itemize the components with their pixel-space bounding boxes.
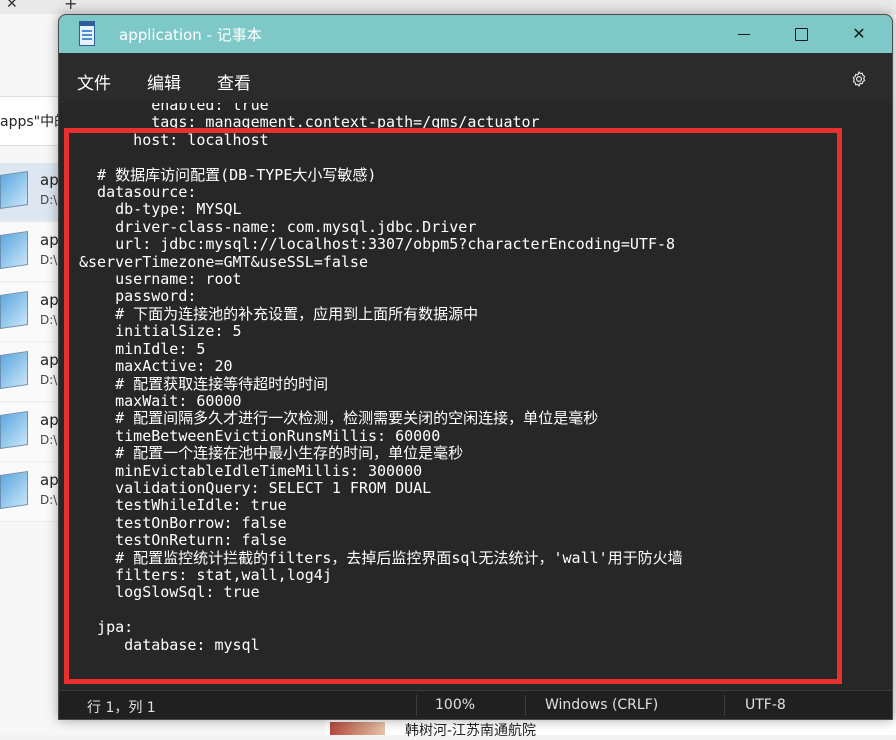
status-bar: 行 1，列 1 100% Windows (CRLF) UTF-8 (59, 690, 892, 719)
editor-line: testOnBorrow: false (79, 513, 287, 532)
editor-line: timeBetweenEvictionRunsMillis: 60000 (79, 426, 441, 445)
menu-edit[interactable]: 编辑 (147, 69, 181, 94)
gear-icon[interactable] (850, 70, 868, 88)
status-divider (724, 695, 725, 716)
notepad-file-icon (0, 291, 28, 329)
maximize-button[interactable] (772, 15, 830, 53)
editor-line: password: (79, 287, 197, 306)
editor-line: validationQuery: SELECT 1 FROM DUAL (79, 478, 432, 497)
tab-close-icon[interactable]: ✕ (6, 0, 18, 12)
editor-line: jpa: (79, 618, 134, 637)
background-file-item[interactable]: ap D:\ (0, 463, 60, 522)
status-divider (416, 695, 417, 716)
close-icon: ✕ (852, 24, 866, 43)
file-name: ap (40, 471, 59, 489)
close-button[interactable]: ✕ (830, 15, 888, 53)
maximize-icon (795, 28, 808, 41)
minimize-icon (738, 34, 750, 35)
cursor-position: 行 1，列 1 (87, 700, 156, 716)
editor-line: database: mysql (79, 635, 260, 654)
editor-line: # 数据库访问配置(DB-TYPE大小写敏感) (79, 165, 377, 184)
file-name: ap (40, 231, 59, 249)
line-ending[interactable]: Windows (CRLF) (545, 697, 658, 713)
background-tab-bar: ✕ + (0, 0, 896, 14)
editor-line: &serverTimezone=GMT&useSSL=false (79, 252, 368, 271)
zoom-level[interactable]: 100% (435, 697, 475, 713)
file-path: D:\ (40, 253, 58, 267)
menu-file[interactable]: 文件 (77, 69, 111, 94)
editor-line: host: localhost (79, 130, 269, 149)
editor-line: logSlowSql: true (79, 583, 260, 602)
file-name: ap (40, 351, 59, 369)
notepad-file-icon (0, 171, 28, 209)
text-editor[interactable]: enabled: true tags: management.context-p… (59, 103, 892, 690)
editor-line: minIdle: 5 (79, 339, 206, 358)
menu-view[interactable]: 查看 (217, 69, 251, 94)
file-path: D:\ (40, 313, 58, 327)
editor-line: username: root (79, 270, 242, 289)
background-file-item[interactable]: ap D:\ (0, 403, 60, 462)
background-file-item[interactable]: ap D:\ (0, 223, 60, 282)
minimize-button[interactable] (714, 15, 772, 53)
title-bar[interactable]: application - 记事本 ✕ (59, 15, 892, 53)
editor-line: testOnReturn: false (79, 531, 287, 550)
window-title: application - 记事本 (119, 26, 262, 44)
vertical-scrollbar[interactable] (885, 103, 892, 690)
editor-line: datasource: (79, 183, 197, 202)
editor-line: # 配置间隔多久才进行一次检测，检测需要关闭的空闲连接，单位是毫秒 (79, 409, 599, 428)
notepad-file-icon (0, 411, 28, 449)
background-bottom-text: 韩树河-江苏南通航院 (405, 723, 537, 739)
editor-line: maxActive: 20 (79, 357, 233, 376)
editor-line: driver-class-name: com.mysql.jdbc.Driver (79, 217, 477, 236)
editor-line: db-type: MYSQL (79, 200, 242, 219)
editor-line: filters: stat,wall,log4j (79, 565, 332, 584)
editor-line: minEvictableIdleTimeMillis: 300000 (79, 461, 423, 480)
menu-bar: 文件 编辑 查看 (59, 53, 892, 103)
editor-line: # 配置监控统计拦截的filters，去掉后监控界面sql无法统计，'wall'… (79, 548, 683, 567)
background-file-item[interactable]: ap D:\ (0, 343, 60, 402)
editor-content[interactable]: enabled: true tags: management.context-p… (79, 103, 683, 654)
file-path: D:\ (40, 373, 58, 387)
editor-line: # 下面为连接池的补充设置，应用到上面所有数据源中 (79, 304, 479, 323)
background-thumbnail (330, 722, 385, 735)
file-name: ap (40, 411, 59, 429)
file-path: D:\ (40, 493, 58, 507)
notepad-app-icon (79, 21, 95, 46)
editor-line: enabled: true (79, 103, 269, 114)
editor-line: tags: management.context-path=/qms/actua… (79, 113, 540, 132)
editor-line: # 配置获取连接等待超时的时间 (79, 374, 329, 393)
notepad-file-icon (0, 231, 28, 269)
notepad-file-icon (0, 351, 28, 389)
file-name: ap (40, 171, 59, 189)
background-file-item[interactable]: ap D:\ (0, 283, 60, 342)
editor-line: initialSize: 5 (79, 322, 242, 341)
editor-line: testWhileIdle: true (79, 496, 287, 515)
editor-line: # 配置一个连接在池中最小生存的时间，单位是毫秒 (79, 444, 464, 463)
status-divider (525, 695, 526, 716)
editor-line: maxWait: 60000 (79, 391, 242, 410)
background-file-item[interactable]: ap D:\ (0, 163, 60, 222)
file-path: D:\ (40, 193, 58, 207)
file-name: ap (40, 291, 59, 309)
new-tab-icon[interactable]: + (64, 0, 77, 13)
encoding[interactable]: UTF-8 (745, 697, 786, 713)
notepad-file-icon (0, 471, 28, 509)
editor-line: url: jdbc:mysql://localhost:3307/obpm5?c… (79, 235, 676, 254)
file-path: D:\ (40, 433, 58, 447)
notepad-window: application - 记事本 ✕ 文件 编辑 查看 enabled: tr… (58, 14, 893, 720)
